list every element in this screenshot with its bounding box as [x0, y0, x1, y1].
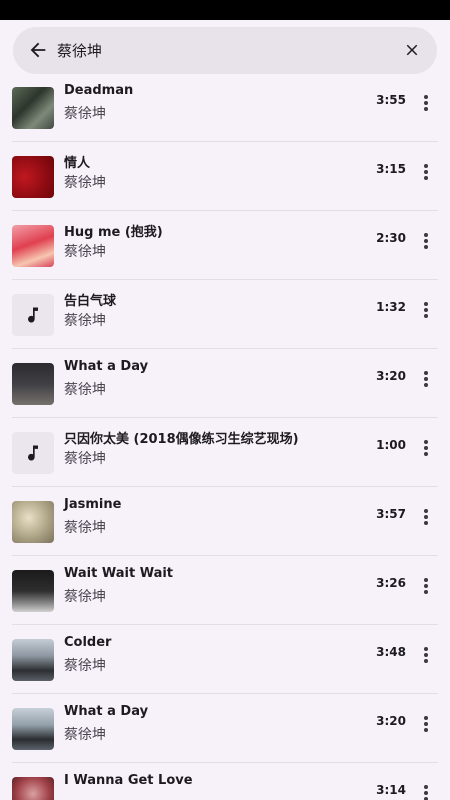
song-duration: 3:48	[376, 645, 406, 659]
song-duration: 3:55	[376, 93, 406, 107]
song-title: Hug me (抱我)	[64, 225, 163, 240]
more-vert-icon[interactable]	[416, 438, 436, 458]
song-row[interactable]: I Wanna Get Love 3:14	[0, 763, 450, 800]
music-note-icon	[28, 307, 38, 323]
song-artist: 蔡徐坤	[64, 313, 106, 329]
song-artist: 蔡徐坤	[64, 589, 106, 605]
album-art	[12, 87, 54, 129]
song-artist: 蔡徐坤	[64, 175, 106, 191]
song-title: 告白气球	[64, 294, 117, 309]
song-row[interactable]: 只因你太美 (2018偶像练习生综艺现场) 蔡徐坤 1:00	[0, 418, 450, 487]
more-vert-icon[interactable]	[416, 93, 436, 113]
song-title: 只因你太美 (2018偶像练习生综艺现场)	[64, 432, 299, 447]
song-artist: 蔡徐坤	[64, 520, 106, 536]
song-artist: 蔡徐坤	[64, 244, 106, 260]
music-note-icon	[28, 445, 38, 461]
more-vert-icon[interactable]	[416, 231, 436, 251]
song-duration: 3:57	[376, 507, 406, 521]
song-title: Colder	[64, 635, 112, 650]
album-art	[12, 639, 54, 681]
more-vert-icon[interactable]	[416, 714, 436, 734]
song-row[interactable]: Wait Wait Wait 蔡徐坤 3:26	[0, 556, 450, 625]
song-title: 情人	[64, 156, 91, 171]
close-icon[interactable]	[403, 41, 421, 59]
song-duration: 3:26	[376, 576, 406, 590]
album-art-placeholder	[12, 432, 54, 474]
album-art	[12, 570, 54, 612]
back-arrow-icon[interactable]	[27, 39, 49, 61]
more-vert-icon[interactable]	[416, 645, 436, 665]
song-row[interactable]: Colder 蔡徐坤 3:48	[0, 625, 450, 694]
album-art	[12, 501, 54, 543]
song-list[interactable]: Deadman 蔡徐坤 3:55 情人 蔡徐坤 3:15 Hug me (抱我)…	[0, 80, 450, 800]
song-row[interactable]: 告白气球 蔡徐坤 1:32	[0, 280, 450, 349]
status-bar	[0, 0, 450, 20]
song-row[interactable]: Jasmine 蔡徐坤 3:57	[0, 487, 450, 556]
song-title: Deadman	[64, 83, 134, 98]
album-art	[12, 363, 54, 405]
song-duration: 3:20	[376, 714, 406, 728]
album-art	[12, 156, 54, 198]
song-duration: 1:00	[376, 438, 406, 452]
album-art	[12, 225, 54, 267]
song-title: What a Day	[64, 359, 149, 374]
song-title: Wait Wait Wait	[64, 566, 174, 581]
song-title: What a Day	[64, 704, 149, 719]
song-title: I Wanna Get Love	[64, 773, 193, 788]
song-artist: 蔡徐坤	[64, 106, 106, 122]
song-artist: 蔡徐坤	[64, 658, 106, 674]
song-artist: 蔡徐坤	[64, 451, 106, 467]
song-row[interactable]: 情人 蔡徐坤 3:15	[0, 142, 450, 211]
album-art	[12, 708, 54, 750]
more-vert-icon[interactable]	[416, 300, 436, 320]
more-vert-icon[interactable]	[416, 162, 436, 182]
more-vert-icon[interactable]	[416, 369, 436, 389]
song-artist: 蔡徐坤	[64, 382, 106, 398]
song-duration: 3:20	[376, 369, 406, 383]
song-row[interactable]: Deadman 蔡徐坤 3:55	[0, 80, 450, 142]
song-duration: 3:15	[376, 162, 406, 176]
album-art	[12, 777, 54, 800]
song-row[interactable]: What a Day 蔡徐坤 3:20	[0, 694, 450, 763]
song-duration: 2:30	[376, 231, 406, 245]
more-vert-icon[interactable]	[416, 783, 436, 800]
song-row[interactable]: What a Day 蔡徐坤 3:20	[0, 349, 450, 418]
more-vert-icon[interactable]	[416, 576, 436, 596]
song-duration: 3:14	[376, 783, 406, 797]
search-bar[interactable]: 蔡徐坤	[13, 27, 437, 74]
song-artist: 蔡徐坤	[64, 727, 106, 743]
song-title: Jasmine	[64, 497, 122, 512]
more-vert-icon[interactable]	[416, 507, 436, 527]
search-query[interactable]: 蔡徐坤	[57, 40, 102, 61]
song-duration: 1:32	[376, 300, 406, 314]
song-row[interactable]: Hug me (抱我) 蔡徐坤 2:30	[0, 211, 450, 280]
album-art-placeholder	[12, 294, 54, 336]
